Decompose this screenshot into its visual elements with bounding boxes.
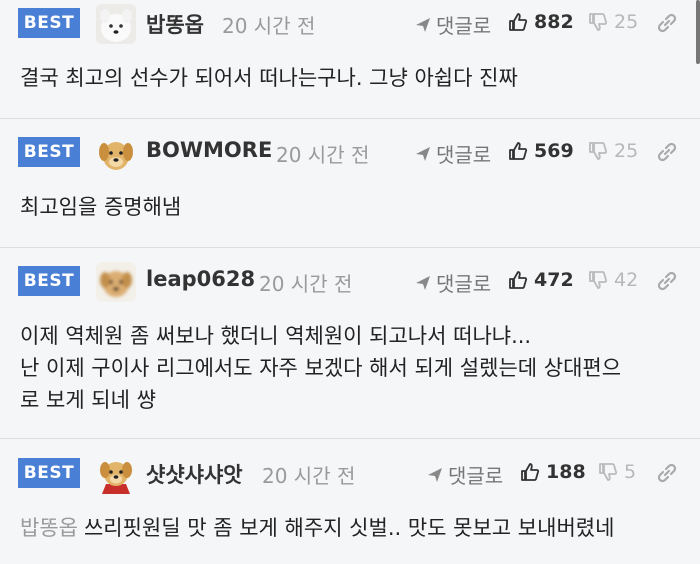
- link-icon[interactable]: [654, 460, 680, 486]
- comment-item: BEST 샷샷샤샤앗 20 시간 전 댓글로 188 5 밥똥옵 쓰리핏원딜 맛 …: [0, 439, 700, 564]
- thumbs-down-icon: [589, 142, 608, 160]
- timestamp: 20 시간 전: [276, 143, 370, 167]
- upvote-count: 472: [534, 269, 574, 291]
- reply-button[interactable]: 댓글로: [414, 139, 491, 168]
- reply-button[interactable]: 댓글로: [414, 268, 491, 297]
- author-name[interactable]: leap0628: [146, 267, 255, 291]
- downvote-button[interactable]: 42: [588, 269, 638, 291]
- quoted-author[interactable]: 밥똥옵: [20, 516, 78, 540]
- comment-line: 난 이제 구이사 리그에서도 자주 보겠다 해서 되게 설렜는데 상대편으: [20, 356, 622, 380]
- reply-button[interactable]: 댓글로: [414, 10, 491, 39]
- upvote-button[interactable]: 882: [508, 11, 574, 33]
- downvote-button[interactable]: 25: [588, 11, 638, 33]
- upvote-count: 188: [546, 461, 586, 483]
- timestamp: 20 시간 전: [259, 272, 353, 296]
- timestamp: 20 시간 전: [262, 464, 356, 488]
- upvote-button[interactable]: 569: [508, 140, 574, 162]
- comment-body: 쓰리핏원딜 맛 좀 보게 해주지 싯벌.. 맛도 못보고 보내버렸네: [83, 516, 615, 540]
- reply-label: 댓글로: [436, 14, 492, 38]
- comment-text: 최고임을 증명해냄: [20, 195, 182, 219]
- downvote-count: 25: [614, 11, 639, 33]
- best-badge: BEST: [18, 266, 80, 296]
- best-badge: BEST: [18, 458, 80, 488]
- downvote-button[interactable]: 5: [598, 461, 636, 483]
- golden-puppy-icon: [96, 134, 136, 174]
- reply-label: 댓글로: [448, 464, 504, 488]
- avatar[interactable]: [96, 4, 136, 44]
- upvote-count: 882: [534, 11, 574, 33]
- send-arrow-icon: [428, 467, 442, 482]
- link-icon[interactable]: [654, 10, 680, 36]
- author-name[interactable]: 밥똥옵: [146, 9, 204, 39]
- upvote-button[interactable]: 188: [520, 461, 586, 483]
- send-arrow-icon: [416, 17, 430, 32]
- send-arrow-icon: [416, 146, 430, 161]
- avatar[interactable]: [96, 454, 136, 494]
- avatar[interactable]: [96, 262, 136, 302]
- best-badge: BEST: [18, 137, 80, 167]
- downvote-button[interactable]: 25: [588, 140, 638, 162]
- comment-item: BEST leap0628 20 시간 전 댓글로 472 42 이제 역체원 …: [0, 248, 700, 438]
- reply-label: 댓글로: [436, 272, 492, 296]
- comment-line: 이제 역체원 좀 써보나 했더니 역체원이 되고나서 떠나냐...: [20, 324, 532, 348]
- downvote-count: 5: [624, 461, 637, 483]
- thumbs-down-icon: [599, 463, 618, 481]
- send-arrow-icon: [416, 275, 430, 290]
- thumbs-down-icon: [589, 13, 608, 31]
- scrollbar[interactable]: [696, 0, 700, 64]
- thumbs-up-icon: [509, 142, 528, 160]
- reply-label: 댓글로: [436, 143, 492, 167]
- upvote-button[interactable]: 472: [508, 269, 574, 291]
- comment-item: BEST 밥똥옵 20 시간 전 댓글로 882 25 결국 최고의 선수가 되…: [0, 0, 700, 118]
- comment-text: 이제 역체원 좀 써보나 했더니 역체원이 되고나서 떠나냐... 난 이제 구…: [20, 320, 685, 416]
- thumbs-up-icon: [509, 271, 528, 289]
- link-icon[interactable]: [654, 268, 680, 294]
- upvote-count: 569: [534, 140, 574, 162]
- downvote-count: 25: [614, 140, 639, 162]
- thumbs-up-icon: [521, 463, 540, 481]
- comment-item: BEST BOWMORE 20 시간 전 댓글로 569 25 최고임을 증명해…: [0, 119, 700, 247]
- best-badge: BEST: [18, 8, 80, 38]
- thumbs-down-icon: [589, 271, 608, 289]
- comment-text: 결국 최고의 선수가 되어서 떠나는구나. 그냥 아쉽다 진짜: [20, 66, 518, 90]
- avatar[interactable]: [96, 134, 136, 174]
- thumbs-up-icon: [509, 13, 528, 31]
- link-icon[interactable]: [654, 139, 680, 165]
- timestamp: 20 시간 전: [222, 14, 316, 38]
- downvote-count: 42: [614, 269, 639, 291]
- comment-line: 로 보게 되네 썅: [20, 388, 156, 412]
- blurred-puppy-icon: [96, 262, 136, 302]
- golden-puppy-icon: [96, 454, 136, 494]
- reply-button[interactable]: 댓글로: [426, 460, 503, 489]
- white-puppy-icon: [96, 4, 136, 44]
- comment-text: 밥똥옵 쓰리핏원딜 맛 좀 보게 해주지 싯벌.. 맛도 못보고 보내버렸네: [20, 512, 685, 544]
- author-name[interactable]: 샷샷샤샤앗: [146, 459, 243, 489]
- author-name[interactable]: BOWMORE: [146, 138, 272, 162]
